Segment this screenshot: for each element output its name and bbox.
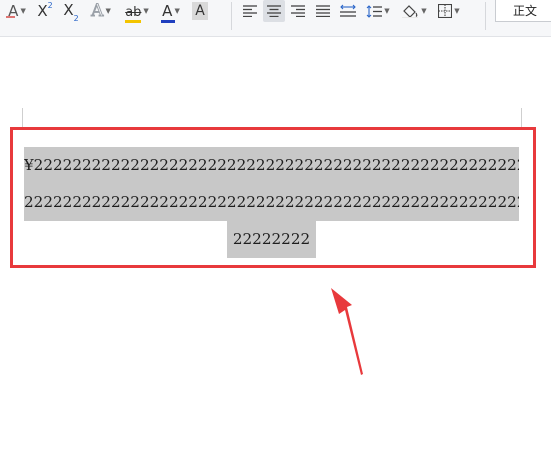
annotation-arrow-shape	[331, 288, 363, 375]
annotation-arrow	[331, 288, 363, 375]
